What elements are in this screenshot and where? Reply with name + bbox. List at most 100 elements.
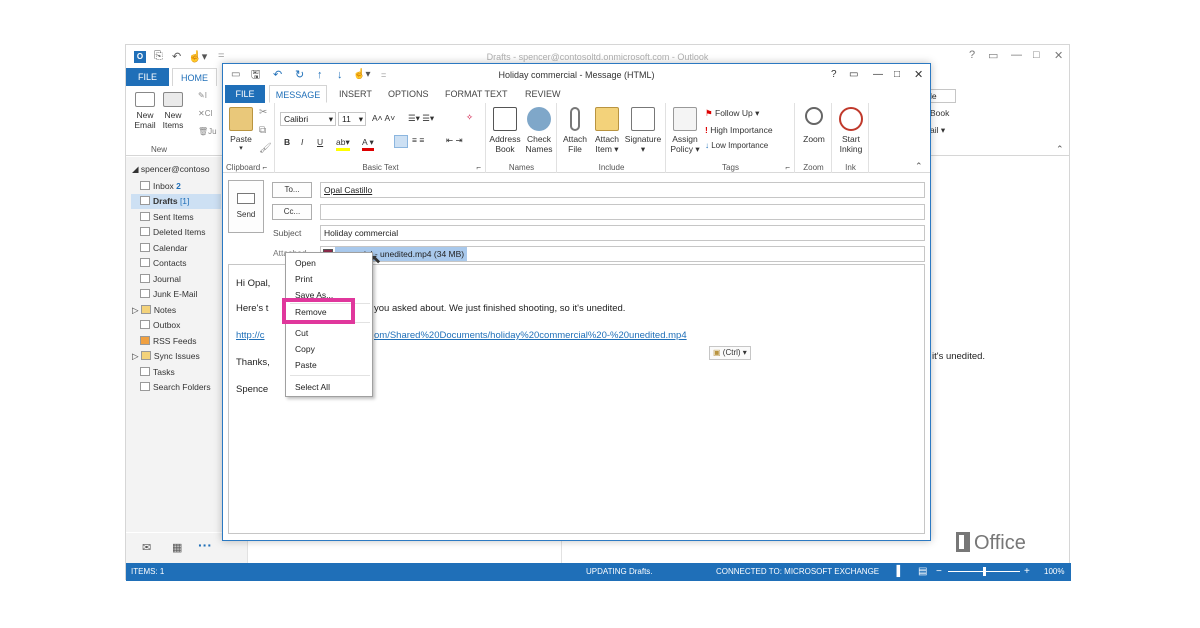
- folder-drafts[interactable]: Drafts [1]: [131, 194, 221, 209]
- new-email-button[interactable]: New Email: [132, 92, 158, 130]
- body-link[interactable]: om/Shared%20Documents/holiday%20commerci…: [374, 330, 687, 341]
- account-header[interactable]: ◢ spencer@contoso: [132, 162, 210, 177]
- font-color-icon[interactable]: A ▾: [362, 137, 374, 151]
- main-close-button[interactable]: ✕: [1054, 49, 1063, 62]
- tab-insert[interactable]: INSERT: [329, 85, 382, 103]
- cut-icon[interactable]: ✂: [259, 107, 267, 118]
- attach-item-button[interactable]: Attach Item ▾: [591, 107, 623, 154]
- align-left-icon[interactable]: [394, 135, 408, 148]
- bold-icon[interactable]: B: [284, 137, 290, 147]
- folder-junk-email[interactable]: Junk E-Mail: [140, 287, 197, 302]
- assign-policy-button[interactable]: Assign Policy ▾: [668, 107, 702, 154]
- to-button[interactable]: To...: [272, 182, 312, 198]
- attached-field[interactable]: mmercial - unedited.mp4 (34 MB): [320, 246, 925, 262]
- folder-sync-issues[interactable]: ▷ Sync Issues: [132, 349, 200, 364]
- new-items-button[interactable]: New Items: [160, 92, 186, 130]
- folder-deleted-items[interactable]: Deleted Items: [140, 225, 205, 240]
- high-importance-button[interactable]: ! High Importance: [705, 125, 773, 135]
- collapse-ribbon-icon[interactable]: ⌃: [915, 161, 923, 172]
- tab-file[interactable]: FILE: [225, 85, 265, 103]
- msg-help-button[interactable]: ?: [831, 64, 837, 86]
- tab-options[interactable]: OPTIONS: [378, 85, 439, 103]
- main-help-button[interactable]: ?: [969, 49, 975, 61]
- msg-maximize-button[interactable]: □: [894, 64, 900, 86]
- attachment-context-menu: Open Print Save As... Remove Cut Copy Pa…: [285, 252, 373, 397]
- filter-email-fragment[interactable]: ail ▾: [930, 125, 945, 136]
- paste-options-button[interactable]: ▣ (Ctrl) ▾: [709, 346, 751, 360]
- mail-icon[interactable]: ✉: [142, 541, 151, 554]
- status-updating: UPDATING Drafts.: [586, 567, 653, 576]
- cc-button[interactable]: Cc...: [272, 204, 312, 220]
- folder-outbox[interactable]: Outbox: [140, 318, 180, 333]
- touch-mode-icon[interactable]: ☝▾: [188, 50, 207, 63]
- align-center-icon[interactable]: ≡ ≡: [412, 135, 424, 145]
- highlight-icon[interactable]: ab▾: [336, 137, 350, 151]
- main-maximize-button[interactable]: □: [1033, 49, 1040, 61]
- check-names-button[interactable]: Check Names: [522, 107, 556, 154]
- zoom-level[interactable]: 100%: [1044, 563, 1064, 581]
- more-icon[interactable]: ···: [198, 537, 212, 553]
- low-importance-button[interactable]: ↓ Low Importance: [705, 141, 768, 150]
- menu-item-print[interactable]: Print: [295, 272, 312, 286]
- folder-search-folders[interactable]: Search Folders: [140, 380, 211, 395]
- collapse-ribbon-icon[interactable]: ⌃: [1056, 144, 1064, 155]
- customize-qat-icon[interactable]: =: [218, 50, 224, 62]
- format-painter-icon[interactable]: 🖌: [259, 143, 272, 154]
- main-tab-home[interactable]: HOME: [172, 68, 217, 86]
- folder-calendar[interactable]: Calendar: [140, 241, 188, 256]
- tab-format-text[interactable]: FORMAT TEXT: [435, 85, 518, 103]
- zoom-out-icon[interactable]: −: [936, 563, 942, 581]
- folder-journal[interactable]: Journal: [140, 272, 181, 287]
- folder-contacts[interactable]: Contacts: [140, 256, 187, 271]
- send-receive-icon[interactable]: ⎘: [154, 50, 163, 63]
- menu-item-select-all[interactable]: Select All: [295, 380, 330, 394]
- zoom-button[interactable]: Zoom: [798, 107, 830, 144]
- menu-item-cut[interactable]: Cut: [295, 326, 308, 340]
- subject-field[interactable]: Holiday commercial: [320, 225, 925, 241]
- clear-formatting-icon[interactable]: ✧: [466, 112, 473, 123]
- follow-up-button[interactable]: ⚑ Follow Up ▾: [705, 108, 759, 119]
- send-button[interactable]: Send: [228, 180, 264, 233]
- folder-rss-feeds[interactable]: RSS Feeds: [140, 334, 196, 349]
- msg-ribbon-display-button[interactable]: ▭: [849, 64, 858, 86]
- calendar-icon[interactable]: ▦: [172, 541, 182, 554]
- main-ribbon-display-button[interactable]: ▭: [988, 49, 998, 62]
- zoom-in-icon[interactable]: +: [1024, 563, 1030, 581]
- tab-review[interactable]: REVIEW: [515, 85, 571, 103]
- reading-view-icon[interactable]: ▤: [918, 563, 927, 581]
- underline-icon[interactable]: U: [317, 137, 323, 147]
- cc-field[interactable]: [320, 204, 925, 220]
- body-link-start[interactable]: http://c: [236, 330, 265, 341]
- address-book-button[interactable]: Address Book: [488, 107, 522, 154]
- msg-close-button[interactable]: ✕: [914, 64, 923, 86]
- folder-notes[interactable]: ▷ Notes: [132, 303, 176, 318]
- bullets-icon[interactable]: ☰▾ ☰▾: [408, 113, 434, 124]
- menu-item-copy[interactable]: Copy: [295, 342, 315, 356]
- menu-item-open[interactable]: Open: [295, 256, 316, 270]
- group-label-basic-text: Basic Text ⌐: [362, 163, 481, 172]
- signature-button[interactable]: Signature ▾: [623, 107, 663, 154]
- font-size-dropdown[interactable]: 11 ▾: [338, 112, 366, 126]
- indent-icon[interactable]: ⇤ ⇥: [446, 135, 463, 146]
- copy-icon[interactable]: ⧉: [259, 125, 266, 136]
- paste-button[interactable]: Paste ▾: [227, 107, 255, 154]
- zoom-slider-thumb[interactable]: [983, 567, 986, 576]
- address-book-fragment[interactable]: Book: [930, 108, 949, 118]
- normal-view-icon[interactable]: ▐: [893, 563, 900, 581]
- folder-sent-items[interactable]: Sent Items: [140, 210, 194, 225]
- to-field[interactable]: Opal Castillo: [320, 182, 925, 198]
- folder-tasks[interactable]: Tasks: [140, 365, 175, 380]
- attach-file-button[interactable]: Attach File: [559, 107, 591, 154]
- folder-inbox[interactable]: Inbox 2: [140, 179, 181, 194]
- undo-icon[interactable]: ↶: [172, 50, 181, 63]
- italic-icon[interactable]: I: [301, 137, 303, 147]
- main-tab-file[interactable]: FILE: [126, 68, 169, 86]
- msg-minimize-button[interactable]: —: [873, 64, 883, 86]
- contacts-icon: [140, 258, 150, 267]
- font-name-dropdown[interactable]: Calibri ▾: [280, 112, 336, 126]
- start-inking-button[interactable]: Start Inking: [835, 107, 867, 154]
- menu-item-paste[interactable]: Paste: [295, 358, 317, 372]
- main-minimize-button[interactable]: —: [1011, 49, 1022, 61]
- tab-message[interactable]: MESSAGE: [269, 85, 327, 103]
- grow-font-icon[interactable]: A˄ A˅: [372, 113, 395, 123]
